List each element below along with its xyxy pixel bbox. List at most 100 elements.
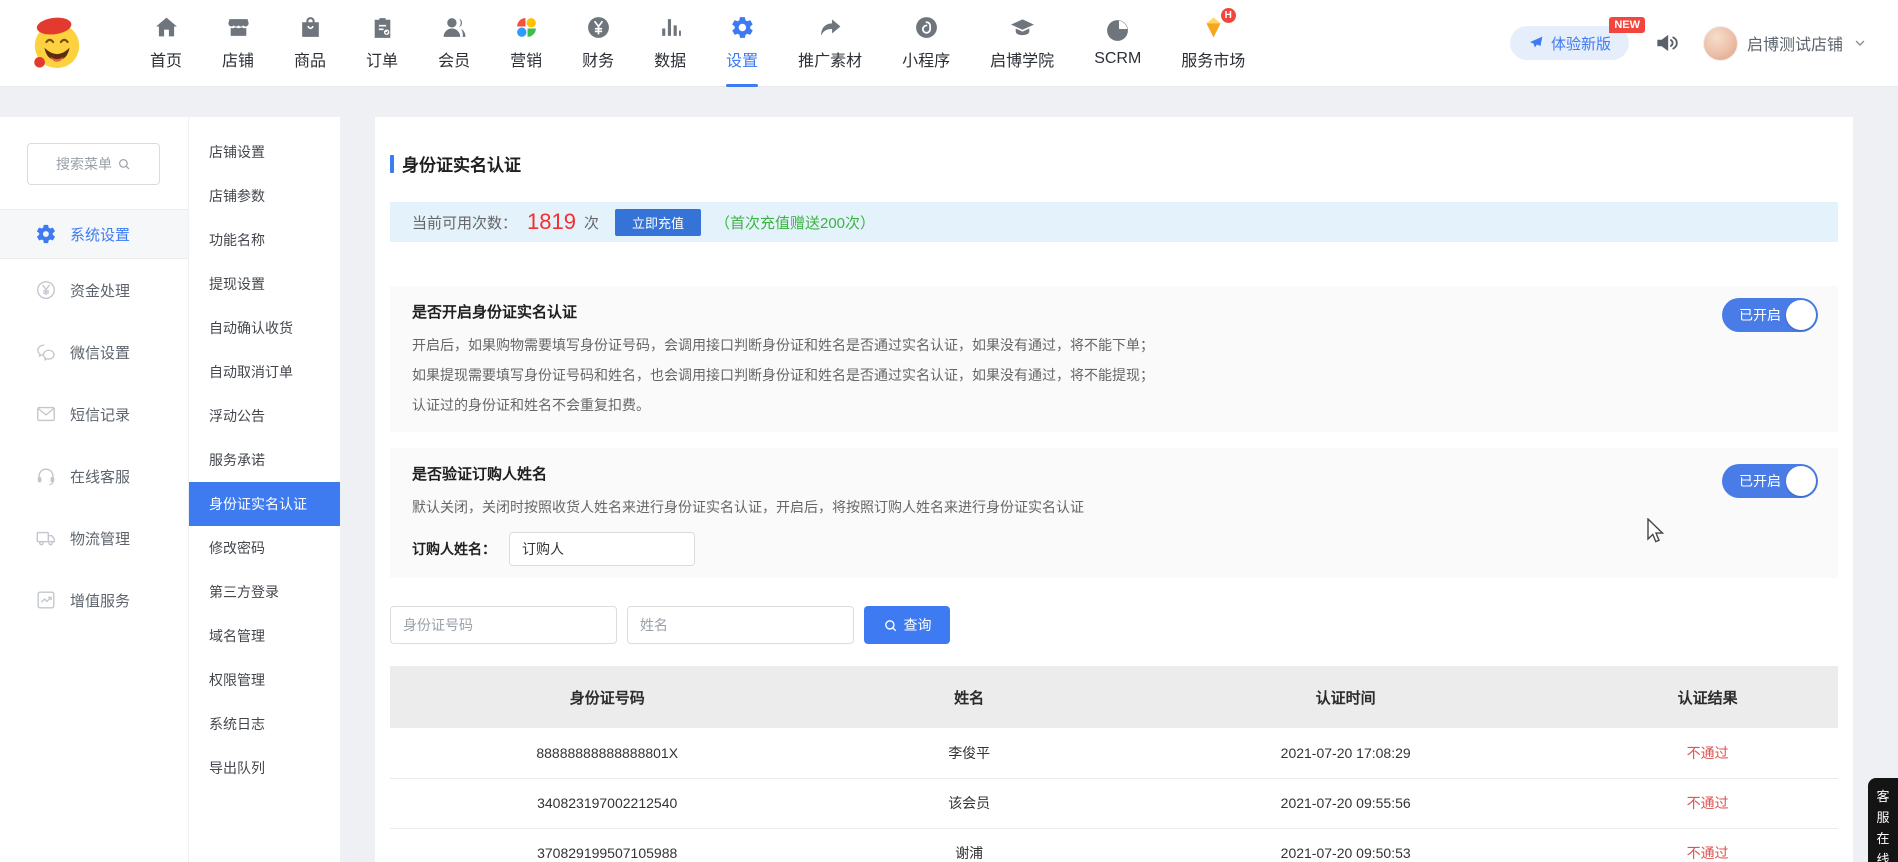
nav-item-scrm[interactable]: SCRM	[1094, 0, 1141, 87]
order-icon	[370, 15, 395, 41]
query-button[interactable]: 查询	[864, 606, 950, 644]
nav-item-finance[interactable]: 财务	[582, 0, 614, 87]
recharge-button[interactable]: 立即充值	[615, 209, 701, 236]
submenu-item[interactable]: 浮动公告	[189, 394, 340, 438]
sidebar-item-gear[interactable]: 系统设置	[0, 209, 188, 259]
nav-item-label: 订单	[366, 47, 398, 71]
submenu-item[interactable]: 自动确认收货	[189, 306, 340, 350]
name-cell: 李俊平	[824, 728, 1114, 778]
table-header-cell: 姓名	[824, 666, 1114, 728]
nav-item-goods[interactable]: 商品	[294, 0, 326, 87]
result-cell: 不通过	[1577, 778, 1838, 828]
submenu-item[interactable]: 功能名称	[189, 218, 340, 262]
page-title: 身份证实名认证	[390, 151, 1838, 176]
nav-item-member[interactable]: 会员	[438, 0, 470, 87]
sidebar-item-headset[interactable]: 在线客服	[0, 445, 188, 507]
nav-item-shop[interactable]: 店铺	[222, 0, 254, 87]
primary-sidebar: 搜索菜单 系统设置资金处理微信设置短信记录在线客服物流管理增值服务	[0, 117, 188, 862]
promo-icon	[818, 15, 843, 41]
academy-icon	[1010, 15, 1035, 41]
table-row: 88888888888888801X李俊平2021-07-20 17:08:29…	[390, 728, 1838, 778]
nav-item-academy[interactable]: 启博学院	[990, 0, 1054, 87]
nav-item-label: 推广素材	[798, 47, 862, 71]
nav-item-label: 店铺	[222, 47, 254, 71]
data-icon	[658, 15, 683, 41]
sidebar-item-wechat[interactable]: 微信设置	[0, 321, 188, 383]
id-verify-toggle[interactable]: 已开启	[1722, 298, 1818, 332]
sidebar-item-truck[interactable]: 物流管理	[0, 507, 188, 569]
truck-icon	[35, 527, 57, 549]
sidebar-item-yen[interactable]: 资金处理	[0, 259, 188, 321]
nav-item-label: 数据	[654, 47, 686, 71]
nav-item-promo[interactable]: 推广素材	[798, 0, 862, 87]
nav-item-data[interactable]: 数据	[654, 0, 686, 87]
submenu-item[interactable]: 店铺设置	[189, 130, 340, 174]
nav-item-order[interactable]: 订单	[366, 0, 398, 87]
quota-unit: 次	[584, 212, 599, 233]
nav-item-miniprogram[interactable]: 小程序	[902, 0, 950, 87]
announcement-speaker-icon[interactable]	[1653, 30, 1679, 56]
table-row: 340823197002212540该会员2021-07-20 09:55:56…	[390, 778, 1838, 828]
buyer-name-input[interactable]	[509, 532, 695, 566]
rocket-icon	[1528, 35, 1544, 51]
nav-item-label: 启博学院	[990, 47, 1054, 71]
table-header-row: 身份证号码姓名认证时间认证结果	[390, 666, 1838, 728]
scrm-icon	[1105, 18, 1130, 44]
name-verify-toggle[interactable]: 已开启	[1722, 464, 1818, 498]
app-logo-icon[interactable]	[28, 13, 86, 73]
submenu-item[interactable]: 导出队列	[189, 746, 340, 790]
nav-item-label: 设置	[726, 47, 758, 71]
member-icon	[442, 15, 467, 41]
name-cell: 谢浦	[824, 828, 1114, 862]
quota-bar: 当前可用次数： 1819 次 立即充值 （首次充值赠送200次）	[390, 202, 1838, 242]
submenu-item[interactable]: 权限管理	[189, 658, 340, 702]
nav-item-marketing[interactable]: 营销	[510, 0, 542, 87]
quota-bonus-note: （首次充值赠送200次）	[715, 212, 875, 233]
nav-item-label: 首页	[150, 47, 182, 71]
title-accent-bar	[390, 155, 394, 173]
top-right-cluster: 体验新版 NEW 启博测试店铺	[1510, 26, 1868, 61]
submenu-item[interactable]: 第三方登录	[189, 570, 340, 614]
top-nav: 首页 店铺 商品订单 会员营销财务 数据 设置 推广素材 小程序启博学院 SCRM H服务市场 体…	[0, 0, 1898, 87]
goods-icon	[298, 15, 323, 41]
id-verify-line-3: 认证过的身份证和姓名不会重复扣费。	[412, 390, 1816, 420]
chart-icon	[35, 589, 57, 611]
secondary-sidebar: 店铺设置店铺参数功能名称提现设置自动确认收货自动取消订单浮动公告服务承诺身份证实…	[188, 117, 340, 862]
record-search-row: 查询	[390, 606, 1838, 644]
submenu-item[interactable]: 服务承诺	[189, 438, 340, 482]
submenu-item[interactable]: 修改密码	[189, 526, 340, 570]
search-icon	[883, 618, 898, 633]
shop-icon	[226, 15, 251, 41]
name-search-input[interactable]	[627, 606, 854, 644]
service-tab-char: 客	[1876, 786, 1889, 807]
mail-icon	[35, 403, 57, 425]
name-verify-title: 是否验证订购人姓名	[412, 463, 1816, 484]
hot-badge: H	[1221, 8, 1236, 23]
name-verify-panel: 是否验证订购人姓名 默认关闭，关闭时按照收货人姓名来进行身份证实名认证，开启后，…	[390, 448, 1838, 578]
table-header-cell: 认证结果	[1577, 666, 1838, 728]
id-number-search-input[interactable]	[390, 606, 617, 644]
submenu-item[interactable]: 域名管理	[189, 614, 340, 658]
sidebar-item-chart[interactable]: 增值服务	[0, 569, 188, 631]
nav-item-settings[interactable]: 设置	[726, 0, 758, 87]
menu-search-input[interactable]: 搜索菜单	[27, 143, 160, 185]
submenu-item[interactable]: 提现设置	[189, 262, 340, 306]
submenu-item[interactable]: 自动取消订单	[189, 350, 340, 394]
verification-records-table: 身份证号码姓名认证时间认证结果 88888888888888801X李俊平202…	[390, 666, 1838, 862]
yen-icon	[35, 279, 57, 301]
nav-item-label: 财务	[582, 47, 614, 71]
try-new-version-button[interactable]: 体验新版 NEW	[1510, 26, 1629, 60]
nav-item-market[interactable]: H服务市场	[1181, 0, 1245, 87]
quota-value: 1819	[527, 209, 576, 235]
submenu-item[interactable]: 系统日志	[189, 702, 340, 746]
nav-item-home[interactable]: 首页	[150, 0, 182, 87]
id-verify-line-1: 开启后，如果购物需要填写身份证号码，会调用接口判断身份证和姓名是否通过实名认证，…	[412, 330, 1816, 360]
nav-item-label: SCRM	[1094, 50, 1141, 68]
submenu-item[interactable]: 身份证实名认证	[189, 482, 340, 526]
id-verify-panel: 是否开启身份证实名认证 开启后，如果购物需要填写身份证号码，会调用接口判断身份证…	[390, 286, 1838, 432]
customer-service-tab[interactable]: 客服在线	[1868, 778, 1898, 862]
sidebar-item-mail[interactable]: 短信记录	[0, 383, 188, 445]
time-cell: 2021-07-20 17:08:29	[1114, 728, 1577, 778]
account-menu[interactable]: 启博测试店铺	[1703, 26, 1868, 61]
submenu-item[interactable]: 店铺参数	[189, 174, 340, 218]
